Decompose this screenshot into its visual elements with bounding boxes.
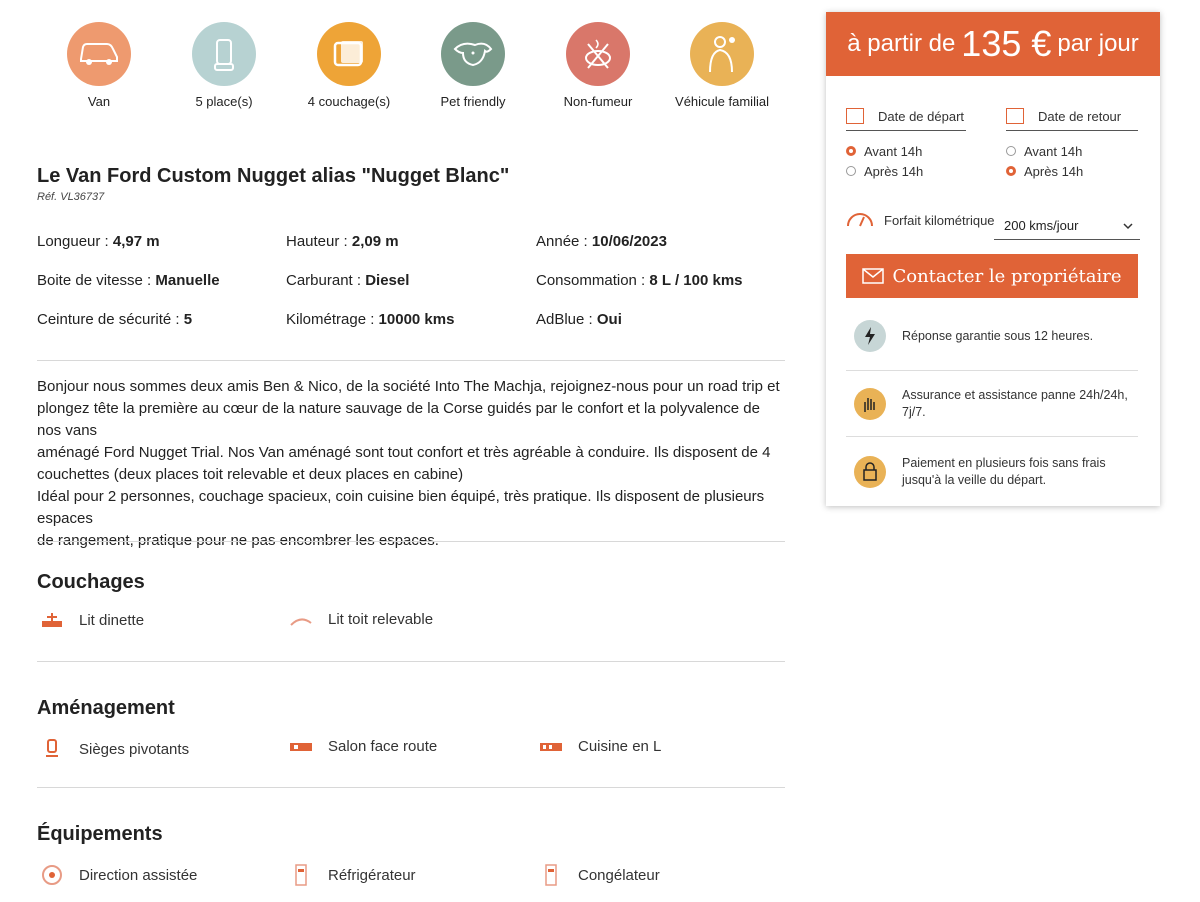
lock-icon [854,456,886,488]
return-date-field[interactable]: Date de retour [1006,102,1138,131]
departure-date-field[interactable]: Date de départ [846,102,966,131]
radio-selected-icon [1006,166,1016,176]
dinette-bed-icon [37,611,67,629]
divider [37,360,785,361]
section-title-couchages: Couchages [37,571,145,593]
swivel-seat-icon [37,738,67,760]
feature-pets: Pet friendly [423,22,523,109]
section-title-equipements: Équipements [37,823,163,845]
lightning-icon [854,320,886,352]
spec-year: Année : 10/06/2023 [536,233,667,250]
freezer-icon [536,864,566,886]
calendar-icon [1006,108,1024,124]
vehicle-reference: Réf. VL36737 [37,191,105,203]
pillow-icon [317,22,381,86]
feature-van: Van [49,22,149,109]
van-icon [67,22,131,86]
divider [37,787,785,788]
feature-label: 4 couchage(s) [307,94,391,109]
return-after-radio[interactable]: Après 14h [1006,162,1083,180]
list-item: Salon face route [286,738,437,755]
feature-label: 5 place(s) [195,94,253,109]
feature-non-smoking: Non-fumeur [548,22,648,109]
price-banner: à partir de 135 € par jour [826,12,1160,76]
list-item: Lit dinette [37,611,144,629]
radio-unselected-icon [846,166,856,176]
radio-selected-icon [846,146,856,156]
spec-length: Longueur : 4,97 m [37,233,160,250]
spec-adblue: AdBlue : Oui [536,311,622,328]
feature-seats: 5 place(s) [174,22,274,109]
fridge-icon [286,864,316,886]
divider [846,436,1138,437]
departure-after-radio[interactable]: Après 14h [846,162,923,180]
return-before-radio[interactable]: Avant 14h [1006,142,1082,160]
divider [37,541,785,542]
steering-wheel-icon [37,864,67,886]
perk-response: Réponse garantie sous 12 heures. [854,320,1144,352]
feature-beds: 4 couchage(s) [299,22,399,109]
feature-label: Véhicule familial [675,94,769,109]
spec-height: Hauteur : 2,09 m [286,233,399,250]
seat-icon [192,22,256,86]
booking-panel: à partir de 135 € par jour Date de dépar… [826,12,1160,506]
spec-consumption: Consommation : 8 L / 100 kms [536,272,743,289]
list-item: Direction assistée [37,864,197,886]
list-item: Sièges pivotants [37,738,189,760]
mileage-package-label: Forfait kilométrique [846,212,995,228]
vehicle-description: Bonjour nous sommes deux amis Ben & Nico… [37,378,780,549]
contact-owner-button[interactable]: Contacter le propriétaire [846,254,1138,298]
price-suffix: par jour [1057,30,1139,57]
feature-icons-row: Van 5 place(s) 4 couchage(s) Pet friendl… [37,22,785,122]
perk-payment: Paiement en plusieurs fois sans frais ju… [854,455,1144,489]
feature-family: Véhicule familial [672,22,772,109]
roof-bed-icon [286,613,316,627]
feature-label: Van [87,94,111,109]
list-item: Cuisine en L [536,738,661,755]
price-amount: 135 € [961,23,1052,64]
no-smoking-icon [566,22,630,86]
spec-gearbox: Boite de vitesse : Manuelle [37,272,220,289]
list-item: Réfrigérateur [286,864,416,886]
list-item: Lit toit relevable [286,611,433,628]
spec-mileage: Kilométrage : 10000 kms [286,311,455,328]
mileage-package-select[interactable]: 200 kms/jour [994,212,1140,240]
envelope-icon [862,268,885,284]
perk-insurance: Assurance et assistance panne 24h/24h, 7… [854,387,1144,421]
feature-label: Pet friendly [440,94,506,109]
price-prefix: à partir de [847,30,956,57]
speedometer-icon [846,212,874,228]
chevron-down-icon [1122,218,1134,233]
divider [37,661,785,662]
spec-seatbelts: Ceinture de sécurité : 5 [37,311,193,328]
feature-label: Non-fumeur [563,94,633,109]
radio-unselected-icon [1006,146,1016,156]
hand-icon [854,388,886,420]
section-title-amenagement: Aménagement [37,697,175,719]
dog-icon [441,22,505,86]
kitchen-icon [536,740,566,754]
lounge-icon [286,740,316,754]
departure-before-radio[interactable]: Avant 14h [846,142,922,160]
divider [846,370,1138,371]
spec-fuel: Carburant : Diesel [286,272,410,289]
family-icon [690,22,754,86]
list-item: Congélateur [536,864,660,886]
calendar-icon [846,108,864,124]
vehicle-title: Le Van Ford Custom Nugget alias "Nugget … [37,165,510,187]
